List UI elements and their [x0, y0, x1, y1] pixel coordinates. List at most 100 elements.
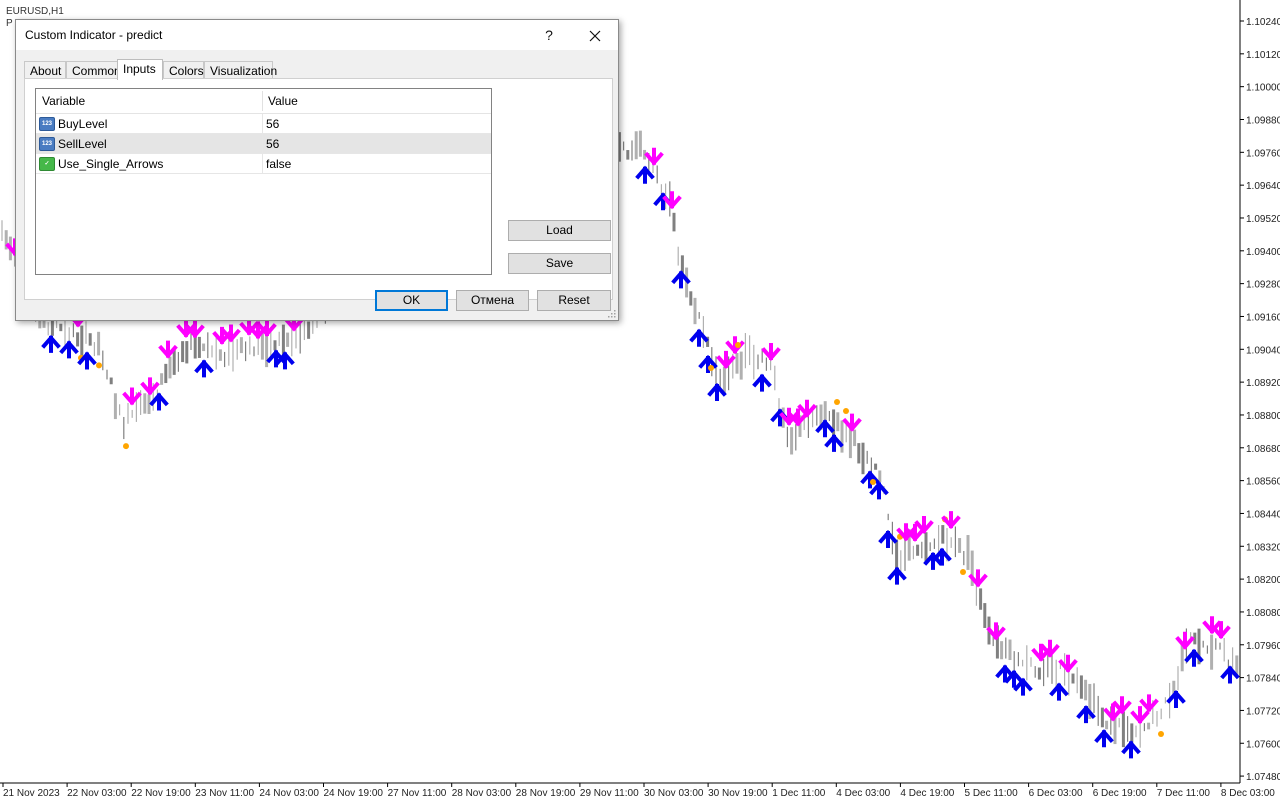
signal-dot — [843, 408, 849, 414]
param-name: Use_Single_Arrows — [58, 157, 164, 171]
column-header-variable[interactable]: Variable — [42, 94, 85, 108]
sell-arrow-icon — [185, 320, 205, 339]
price-tick-label: 1.10000 — [1246, 83, 1280, 94]
time-tick-label: 27 Nov 11:00 — [388, 788, 447, 799]
sell-arrow-icon — [716, 350, 736, 369]
time-tick-label: 28 Nov 03:00 — [452, 788, 512, 799]
price-tick-label: 1.08800 — [1246, 411, 1280, 422]
tab-inputs[interactable]: Inputs — [117, 59, 163, 80]
price-tick-label: 1.10240 — [1246, 17, 1280, 28]
column-header-value[interactable]: Value — [268, 94, 298, 108]
time-tick-label: 30 Nov 03:00 — [644, 788, 704, 799]
sell-arrow-icon — [1139, 694, 1159, 713]
sell-arrow-icon — [941, 511, 961, 530]
column-divider[interactable] — [262, 91, 263, 111]
dialog-titlebar[interactable]: Custom Indicator - predict ? — [16, 20, 618, 50]
time-tick-label: 29 Nov 11:00 — [580, 788, 639, 799]
resize-grip-icon[interactable] — [606, 308, 616, 318]
param-value[interactable]: false — [266, 157, 291, 171]
sell-arrow-icon — [140, 377, 160, 396]
sell-arrow-icon — [914, 515, 934, 535]
close-icon — [589, 30, 601, 42]
buy-arrow-icon — [752, 373, 772, 392]
sell-arrow-icon — [1130, 706, 1150, 725]
buy-arrow-icon — [1166, 689, 1186, 708]
time-tick-label: 22 Nov 03:00 — [67, 788, 127, 799]
buy-arrow-icon — [1220, 665, 1240, 684]
time-tick-label: 24 Nov 03:00 — [259, 788, 319, 799]
signal-dot — [96, 362, 102, 369]
price-tick-label: 1.09760 — [1246, 148, 1280, 159]
price-tick-label: 1.07480 — [1246, 772, 1280, 783]
row-divider — [262, 114, 263, 133]
time-tick-label: 8 Dec 03:00 — [1221, 788, 1275, 799]
row-divider — [262, 134, 263, 153]
bool-param-icon: ✓ — [39, 157, 55, 171]
time-tick-label: 1 Dec 11:00 — [772, 788, 826, 799]
sell-arrow-icon — [797, 399, 817, 418]
buy-arrow-icon — [59, 340, 79, 359]
signal-dot — [708, 365, 714, 371]
reset-button[interactable]: Reset — [537, 290, 611, 311]
sell-arrow-icon — [1175, 631, 1195, 650]
input-row-use-single-arrows[interactable]: ✓ Use_Single_Arrows false — [36, 154, 491, 174]
time-tick-label: 22 Nov 19:00 — [131, 788, 191, 799]
cancel-button[interactable]: Отмена — [456, 290, 529, 311]
price-tick-label: 1.07840 — [1246, 674, 1280, 685]
help-button[interactable]: ? — [526, 20, 572, 50]
inputs-grid: Variable Value 123 BuyLevel 56 123 SellL… — [35, 88, 492, 275]
tab-common[interactable]: Common — [66, 61, 121, 79]
param-value[interactable]: 56 — [266, 117, 279, 131]
param-value[interactable]: 56 — [266, 137, 279, 151]
time-tick-label: 24 Nov 19:00 — [324, 788, 384, 799]
price-tick-label: 1.09160 — [1246, 312, 1280, 323]
price-tick-label: 1.09040 — [1246, 345, 1280, 356]
time-tick-label: 4 Dec 03:00 — [836, 788, 890, 799]
price-tick-label: 1.09400 — [1246, 247, 1280, 258]
ok-button[interactable]: OK — [375, 290, 448, 311]
input-row-selllevel[interactable]: 123 SellLevel 56 — [36, 134, 491, 154]
tab-colors[interactable]: Colors — [163, 61, 204, 79]
buy-arrow-icon — [707, 382, 727, 401]
time-tick-label: 7 Dec 11:00 — [1157, 788, 1211, 799]
price-tick-label: 1.08920 — [1246, 378, 1280, 389]
sell-arrow-icon — [1112, 696, 1132, 715]
number-param-icon: 123 — [39, 137, 55, 151]
signal-dot — [1158, 731, 1164, 737]
time-tick-label: 6 Dec 03:00 — [1029, 788, 1083, 799]
time-tick-label: 30 Nov 19:00 — [708, 788, 768, 799]
signal-dot — [123, 443, 129, 450]
buy-arrow-icon — [194, 359, 214, 378]
time-tick-label: 4 Dec 19:00 — [900, 788, 954, 799]
time-tick-label: 21 Nov 2023 — [3, 788, 60, 799]
price-tick-label: 1.10120 — [1246, 50, 1280, 61]
price-tick-label: 1.08080 — [1246, 608, 1280, 619]
chart-symbol-sub: P — [6, 18, 13, 29]
custom-indicator-dialog: Custom Indicator - predict ? About Commo… — [15, 19, 619, 321]
sell-arrow-icon — [1058, 654, 1078, 673]
price-tick-label: 1.08560 — [1246, 477, 1280, 488]
price-tick-label: 1.09280 — [1246, 280, 1280, 291]
price-tick-label: 1.08200 — [1246, 575, 1280, 586]
buy-arrow-icon — [824, 433, 844, 452]
time-axis: 21 Nov 2023 22 Nov 03:00 22 Nov 19:00 23 No… — [2, 783, 1275, 799]
time-tick-label: 28 Nov 19:00 — [516, 788, 576, 799]
close-button[interactable] — [572, 20, 618, 50]
buy-arrow-icon — [635, 165, 655, 184]
tab-visualization[interactable]: Visualization — [204, 61, 277, 79]
price-tick-label: 1.09520 — [1246, 214, 1280, 225]
time-tick-label: 23 Nov 11:00 — [195, 788, 254, 799]
signal-dot — [834, 399, 840, 405]
sell-arrow-icon — [761, 342, 781, 362]
buy-arrow-icon — [1013, 677, 1033, 696]
dialog-title: Custom Indicator - predict — [25, 28, 163, 42]
time-tick-label: 6 Dec 19:00 — [1093, 788, 1147, 799]
tab-about[interactable]: About — [24, 61, 66, 79]
save-button[interactable]: Save — [508, 253, 611, 274]
load-button[interactable]: Load — [508, 220, 611, 241]
sell-arrow-icon — [842, 413, 862, 432]
chart-symbol: EURUSD,H1 — [6, 6, 64, 17]
input-row-buylevel[interactable]: 123 BuyLevel 56 — [36, 114, 491, 134]
signal-dot — [870, 479, 876, 485]
param-name: BuyLevel — [58, 117, 108, 131]
